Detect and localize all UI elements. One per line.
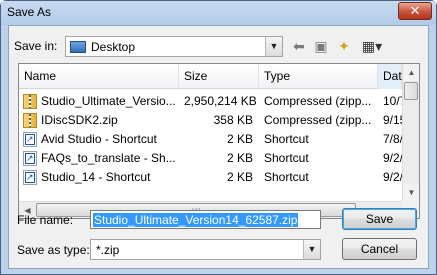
file-row[interactable]: Avid Studio - Shortcut 2 KB Shortcut 7/8… bbox=[19, 130, 402, 149]
back-icon[interactable]: ⬅ bbox=[289, 37, 309, 55]
file-name-label: File name: bbox=[17, 213, 74, 227]
file-date: 7/8/2 bbox=[383, 132, 402, 146]
column-name[interactable]: Name bbox=[19, 64, 179, 89]
file-row[interactable]: Studio_Ultimate_Versio... 2,950,214 KB C… bbox=[19, 92, 402, 111]
file-date: 9/15/ bbox=[383, 113, 402, 127]
file-size: 2 KB bbox=[226, 170, 253, 184]
column-date[interactable]: Date bbox=[378, 64, 408, 89]
file-size: 358 KB bbox=[213, 113, 253, 127]
save-in-value: Desktop bbox=[91, 40, 136, 54]
file-row[interactable]: Studio_14 - Shortcut 2 KB Shortcut 9/2/2 bbox=[19, 168, 402, 187]
file-size: 2 KB bbox=[226, 151, 253, 165]
new-folder-icon[interactable]: ✦ bbox=[334, 37, 354, 55]
file-name: FAQs_to_translate - Sh... bbox=[41, 151, 176, 165]
title-bar[interactable]: Save As ✕ bbox=[1, 1, 436, 25]
column-type[interactable]: Type bbox=[259, 64, 378, 89]
scroll-down-icon[interactable]: ▼ bbox=[403, 184, 419, 201]
save-as-dialog: Save As ✕ Save in: Desktop ▼ ⬅ ▣ ✦ ▦▾ Na… bbox=[0, 0, 437, 275]
close-button[interactable]: ✕ bbox=[398, 2, 432, 20]
file-name: Studio_Ultimate_Versio... bbox=[41, 94, 176, 108]
save-as-type-select[interactable]: *.zip ▼ bbox=[90, 239, 321, 260]
dialog-body: Save in: Desktop ▼ ⬅ ▣ ✦ ▦▾ Name Size Ty… bbox=[8, 25, 429, 269]
file-date: 9/2/2 bbox=[383, 151, 402, 165]
views-menu-icon[interactable]: ▦▾ bbox=[358, 37, 386, 55]
file-date: 9/2/2 bbox=[383, 170, 402, 184]
column-header: Name Size Type Date bbox=[19, 64, 408, 89]
file-type: Compressed (zipp... bbox=[264, 113, 372, 127]
vertical-scrollbar[interactable]: ▲ ▼ bbox=[402, 64, 419, 201]
file-name: Studio_14 - Shortcut bbox=[41, 170, 151, 184]
cancel-button[interactable]: Cancel bbox=[342, 238, 417, 260]
file-list[interactable]: Name Size Type Date Studio_Ultimate_Vers… bbox=[18, 63, 420, 219]
file-type: Shortcut bbox=[264, 151, 309, 165]
file-name-value: Studio_Ultimate_Version14_62587.zip bbox=[93, 213, 299, 227]
column-size[interactable]: Size bbox=[179, 64, 259, 89]
shortcut-icon bbox=[23, 132, 37, 147]
save-as-type-label: Save as type: bbox=[17, 243, 90, 257]
file-type: Shortcut bbox=[264, 132, 309, 146]
file-name-input[interactable]: Studio_Ultimate_Version14_62587.zip bbox=[90, 210, 321, 229]
zip-folder-icon bbox=[23, 113, 37, 128]
file-type: Compressed (zipp... bbox=[264, 94, 372, 108]
file-row[interactable]: IDiscSDK2.zip 358 KB Compressed (zipp...… bbox=[19, 111, 402, 130]
chevron-down-icon[interactable]: ▼ bbox=[303, 240, 320, 259]
vertical-scroll-thumb[interactable] bbox=[404, 82, 418, 100]
file-row[interactable]: FAQs_to_translate - Sh... 2 KB Shortcut … bbox=[19, 149, 402, 168]
close-icon: ✕ bbox=[409, 3, 421, 18]
shortcut-icon bbox=[23, 151, 37, 166]
file-size: 2 KB bbox=[226, 132, 253, 146]
save-in-combo[interactable]: Desktop ▼ bbox=[65, 36, 283, 57]
scroll-up-icon[interactable]: ▲ bbox=[403, 64, 419, 81]
file-name: IDiscSDK2.zip bbox=[41, 113, 118, 127]
shortcut-icon bbox=[23, 170, 37, 185]
chevron-down-icon[interactable]: ▼ bbox=[265, 37, 282, 56]
save-in-label: Save in: bbox=[14, 39, 58, 53]
desktop-icon bbox=[70, 41, 86, 53]
file-size: 2,950,214 KB bbox=[184, 94, 257, 108]
zip-folder-icon bbox=[23, 94, 37, 109]
file-name: Avid Studio - Shortcut bbox=[41, 132, 157, 146]
save-button[interactable]: Save bbox=[342, 208, 417, 230]
up-folder-icon[interactable]: ▣ bbox=[311, 37, 331, 55]
save-as-type-value: *.zip bbox=[96, 243, 120, 257]
dialog-title: Save As bbox=[7, 5, 52, 19]
file-type: Shortcut bbox=[264, 170, 309, 184]
file-date: 10/7/ bbox=[383, 94, 402, 108]
